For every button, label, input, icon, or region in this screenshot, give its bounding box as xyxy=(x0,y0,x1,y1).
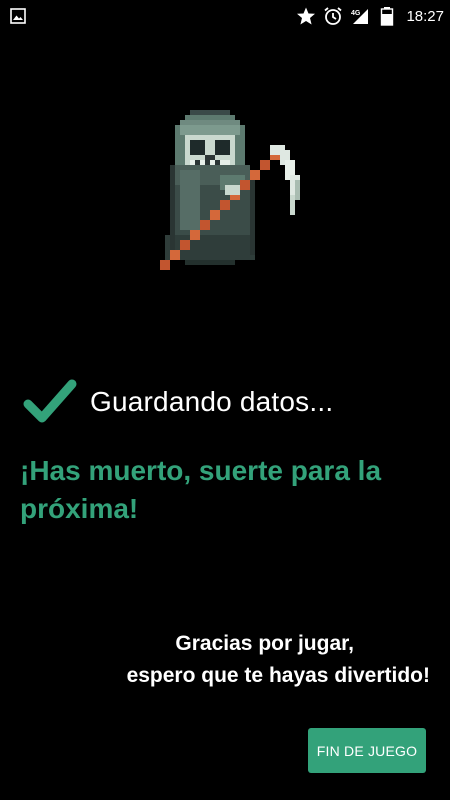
star-icon xyxy=(297,7,316,25)
saving-status: Guardando datos... xyxy=(22,372,333,432)
image-notification-icon xyxy=(10,8,26,24)
death-message: ¡Has muerto, suerte para la próxima! xyxy=(20,455,382,524)
status-bar: 4G 18:27 xyxy=(0,0,450,32)
alarm-icon xyxy=(324,7,343,25)
status-time: 18:27 xyxy=(406,7,444,25)
checkmark-icon xyxy=(23,379,77,423)
saving-text: Guardando datos... xyxy=(90,386,334,417)
thanks-message: Gracias por jugar, espero que te hayas d… xyxy=(10,628,430,692)
signal-icon: 4G xyxy=(351,9,369,24)
grim-reaper-sprite xyxy=(160,110,300,270)
end-game-button[interactable]: FIN DE JUEGO xyxy=(308,728,426,773)
thanks-line-2: espero que te hayas divertido! xyxy=(126,664,430,687)
network-type-label: 4G xyxy=(351,10,361,17)
battery-icon xyxy=(381,7,394,26)
thanks-line-1: Gracias por jugar, xyxy=(175,632,354,655)
status-icons: 4G 18:27 xyxy=(296,0,444,32)
